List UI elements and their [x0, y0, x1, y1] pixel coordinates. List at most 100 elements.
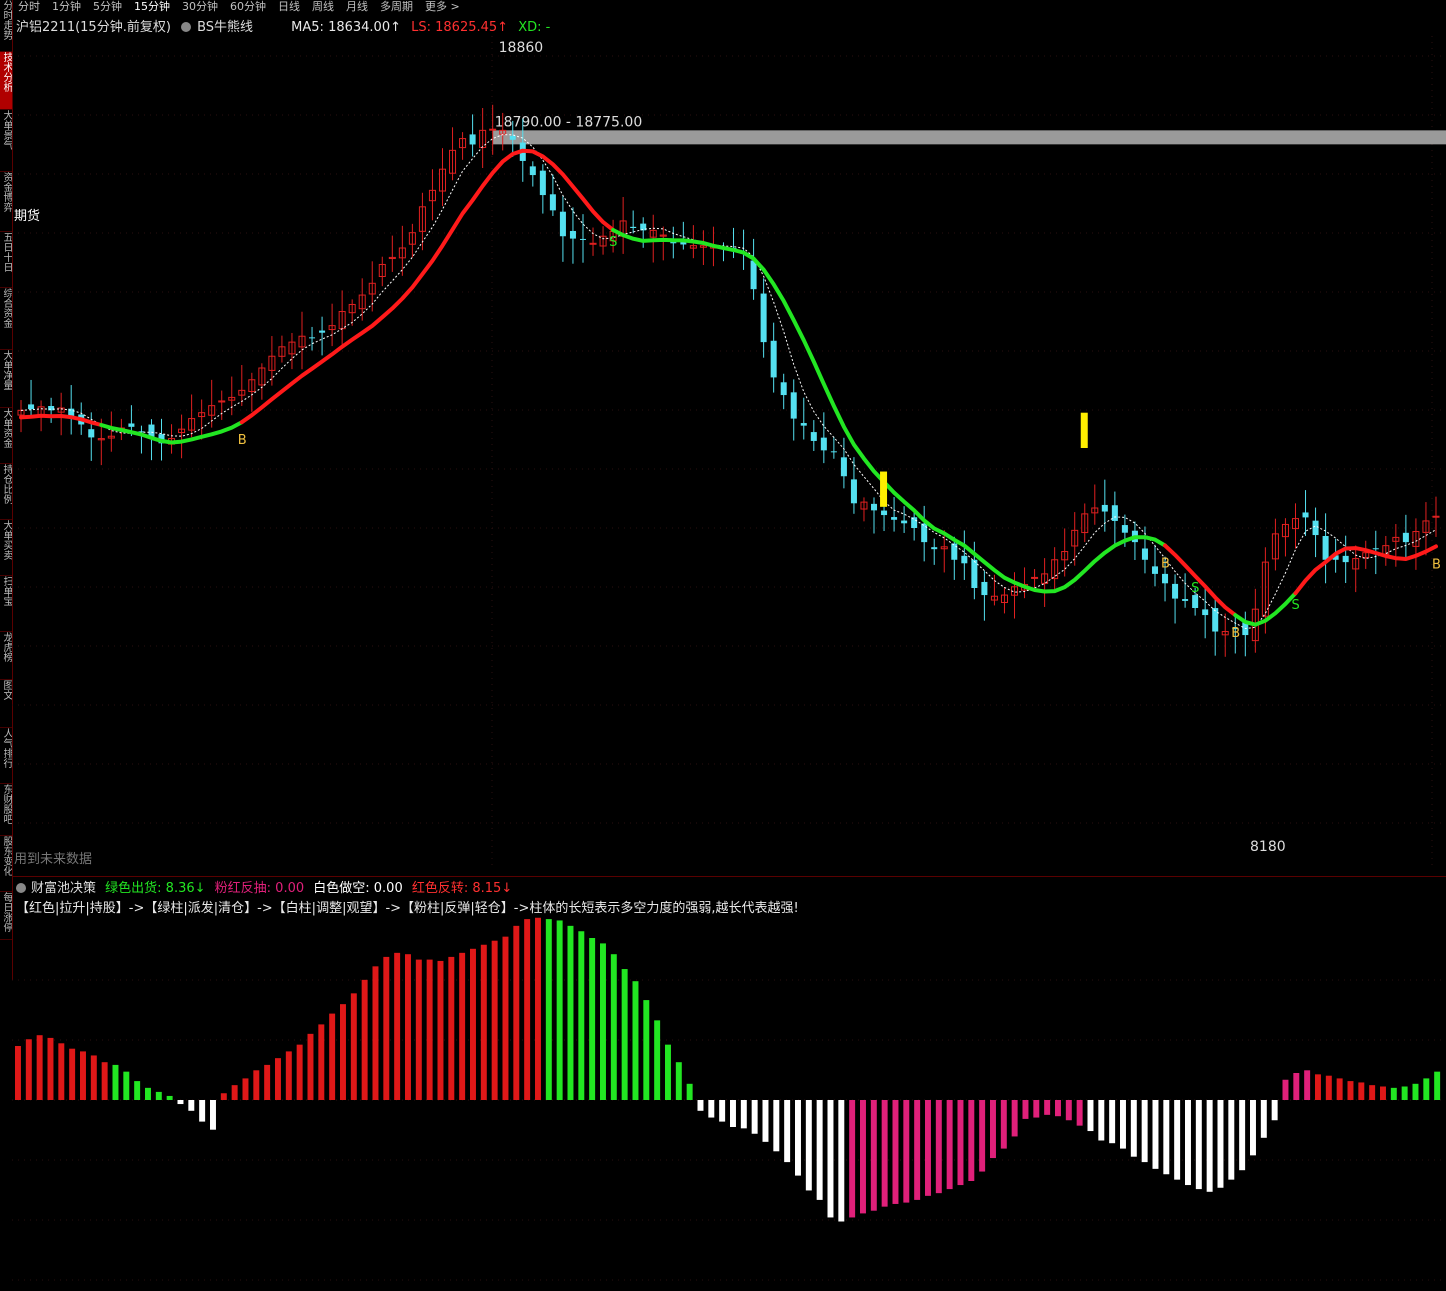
histogram-bar — [1293, 1073, 1300, 1100]
histogram-bar — [1347, 1081, 1354, 1100]
histogram-bar — [145, 1087, 151, 1100]
period-tab-8[interactable]: 月线 — [340, 0, 374, 14]
candle-body-bear — [1312, 520, 1319, 536]
indicator-switch[interactable]: BS牛熊线 — [181, 20, 257, 35]
histogram-bar — [935, 1100, 942, 1194]
histogram-bar — [394, 952, 401, 1100]
xd-readout: XD: - — [518, 20, 550, 35]
histogram-bar — [1336, 1078, 1343, 1100]
sidebar-item-3[interactable]: 资金博弈 — [0, 172, 12, 232]
signal-marker-S: S — [609, 235, 617, 250]
candle-body-bear — [509, 135, 516, 140]
main-chart-header: 沪铝2211(15分钟.前复权) BS牛熊线 MA5: 18634.00↑ LS… — [16, 16, 556, 35]
candle-body-bear — [549, 194, 556, 211]
histogram-bar — [1087, 1100, 1094, 1132]
candle-body-bear — [810, 432, 817, 441]
histogram-bar — [58, 1043, 65, 1100]
sidebar-item-15[interactable]: 股东变化 — [0, 836, 12, 892]
histogram-bar — [849, 1100, 856, 1218]
sidebar-item-4[interactable]: 五日十日 — [0, 232, 12, 288]
histogram-bar — [535, 917, 541, 1100]
candle-body-bull — [1031, 576, 1039, 579]
candle-body-bear — [760, 293, 767, 343]
period-tab-10[interactable]: 更多 > — [419, 0, 466, 14]
histogram-bar — [925, 1100, 931, 1196]
histogram-bar — [1423, 1078, 1430, 1100]
candle-body-bear — [871, 503, 878, 511]
histogram-bar — [1206, 1100, 1213, 1192]
candle-body-bear — [128, 423, 135, 427]
histogram-bar — [1163, 1100, 1170, 1175]
candle-body-bear — [1101, 504, 1108, 512]
histogram-bar — [177, 1100, 184, 1105]
histogram-bar — [1065, 1100, 1072, 1121]
sidebar-item-11[interactable]: 龙虎榜 — [0, 632, 12, 680]
sidebar-item-1[interactable]: 技术分析 — [0, 52, 12, 110]
histogram-bar — [329, 1013, 336, 1100]
candle-body-bear — [921, 523, 928, 543]
candle-body-bear — [790, 392, 797, 419]
sidebar-item-14[interactable]: 东财股吧 — [0, 784, 12, 836]
sidebar-item-8[interactable]: 持仓比例 — [0, 464, 12, 520]
sidebar-item-9[interactable]: 大单买卖 — [0, 520, 12, 576]
indicator-title[interactable]: 财富池决策 — [16, 881, 100, 896]
candle-body-bear — [901, 520, 908, 524]
histogram-bar — [805, 1100, 812, 1191]
candle-body-bear — [630, 226, 637, 228]
indicator-histogram[interactable] — [12, 915, 1446, 1291]
candlestick-chart[interactable]: 18790.00 - 18775.00 B S B S B S B 18860 8180 — [12, 36, 1446, 866]
histogram-bar — [1098, 1100, 1105, 1141]
period-tab-1[interactable]: 1分钟 — [46, 0, 87, 14]
histogram-bar — [1412, 1083, 1419, 1100]
histogram-bar — [491, 940, 498, 1100]
histogram-bar — [914, 1100, 921, 1200]
period-tab-5[interactable]: 60分钟 — [224, 0, 272, 14]
candle-body-bear — [780, 382, 787, 396]
period-tab-0[interactable]: 分时 — [12, 0, 46, 14]
period-tab-2[interactable]: 5分钟 — [87, 0, 128, 14]
sidebar-item-16[interactable]: 每日涨停 — [0, 892, 12, 940]
histogram-bar — [361, 979, 368, 1100]
period-tab-6[interactable]: 日线 — [272, 0, 306, 14]
sidebar-item-7[interactable]: 大单资金 — [0, 408, 12, 464]
histogram-bar — [231, 1085, 238, 1100]
candle-body-bear — [1212, 608, 1219, 632]
symbol-title[interactable]: 沪铝2211(15分钟.前复权) — [16, 20, 175, 35]
candle-body-bear — [1172, 583, 1179, 599]
ma5-label: MA5: — [291, 20, 324, 35]
bsline-bull — [1163, 543, 1238, 618]
symbol-name: 沪铝2211 — [16, 20, 76, 35]
sidebar-item-0[interactable]: 分时走势 — [0, 0, 12, 52]
histogram-bar — [513, 925, 520, 1100]
sidebar-item-10[interactable]: 扫单宝 — [0, 576, 12, 632]
histogram-bar — [155, 1091, 162, 1100]
histogram-bar — [697, 1100, 704, 1111]
histogram-bar — [870, 1100, 877, 1211]
histogram-bar — [1380, 1086, 1386, 1100]
period-tab-9[interactable]: 多周期 — [374, 0, 419, 14]
histogram-bar — [350, 993, 357, 1100]
sidebar-item-2[interactable]: 大单景气 — [0, 110, 12, 172]
histogram-bar — [556, 920, 563, 1100]
histogram-bar — [686, 1083, 693, 1100]
price-range-band — [492, 130, 1446, 145]
histogram-bar — [719, 1100, 726, 1122]
sidebar-item-6[interactable]: 大单净量 — [0, 350, 12, 408]
histogram-bar — [166, 1095, 173, 1100]
candle-body-bear — [469, 134, 476, 145]
histogram-bar — [1055, 1100, 1061, 1117]
period-tab-7[interactable]: 周线 — [306, 0, 340, 14]
histogram-bar — [1174, 1100, 1181, 1180]
histogram-bar — [990, 1100, 996, 1159]
sidebar-item-5[interactable]: 综合资金 — [0, 288, 12, 350]
sidebar-item-12[interactable]: 图文F10 — [0, 680, 12, 728]
candle-body-bear — [1202, 609, 1209, 616]
histogram-bar — [903, 1100, 910, 1203]
period-tab-4[interactable]: 30分钟 — [176, 0, 224, 14]
histogram-bar — [1325, 1075, 1332, 1100]
sidebar-item-13[interactable]: 人气排行 — [0, 728, 12, 784]
histogram-bar — [220, 1093, 227, 1100]
histogram-bar — [15, 1046, 21, 1100]
histogram-bar — [946, 1100, 953, 1190]
period-tab-3[interactable]: 15分钟 — [128, 0, 176, 14]
